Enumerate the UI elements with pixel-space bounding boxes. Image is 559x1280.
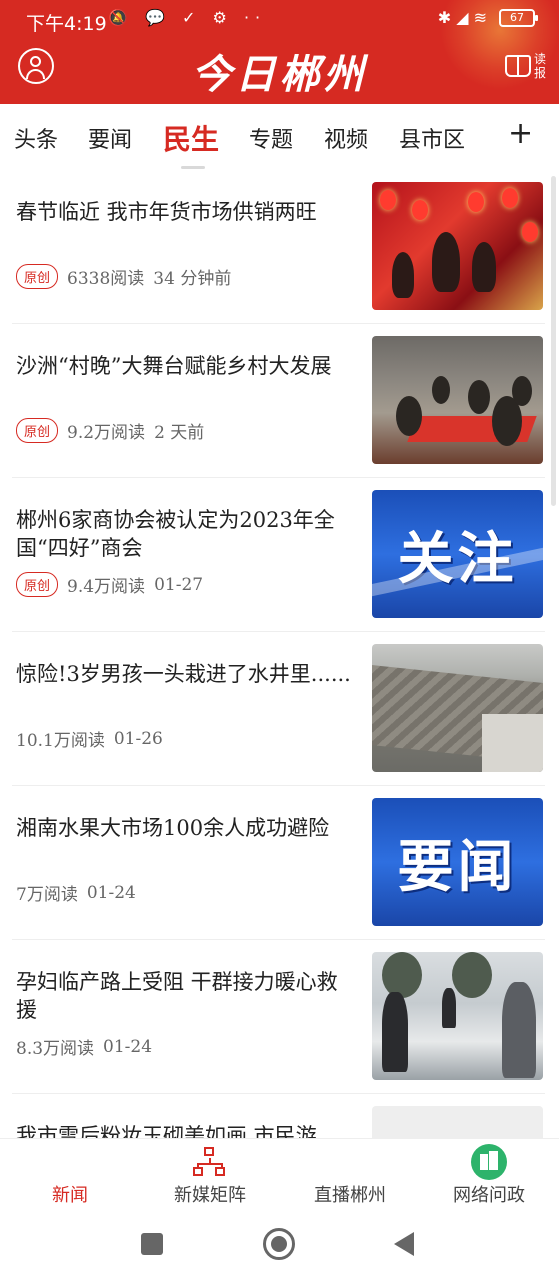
tab-headlines[interactable]: 头条 (14, 122, 58, 154)
read-newspaper-button[interactable]: 读报 (505, 52, 547, 80)
news-thumbnail (372, 336, 543, 464)
notification-icons: 🔕 💬 ✓ ⚙ ·· (108, 8, 267, 27)
read-count: 10.1万阅读 (16, 731, 105, 751)
publish-time: 01-24 (86, 882, 136, 903)
publish-time: 2 天前 (154, 423, 205, 443)
nav-news[interactable]: 新闻 (0, 1139, 140, 1219)
signal-wifi-icon: ✱ ◢ ≋ (437, 8, 487, 27)
news-meta: 原创 9.2万阅读 2 天前 (16, 418, 204, 443)
tab-video[interactable]: 视频 (324, 122, 368, 154)
original-badge: 原创 (16, 418, 59, 443)
thumbnail-text: 要闻 (397, 834, 518, 900)
nav-media-matrix-label: 新媒矩阵 (174, 1185, 246, 1206)
news-thumbnail (372, 644, 543, 772)
feed-scrollbar[interactable] (551, 176, 556, 506)
news-title: 湘南水果大市场100余人成功避险 (16, 816, 330, 840)
publish-time: 01-24 (103, 1036, 153, 1057)
battery-icon: 67 (499, 8, 538, 27)
news-item[interactable]: 郴州6家商协会被认定为2023年全国“四好”商会 原创 9.4万阅读 01-27… (0, 478, 559, 632)
news-item[interactable]: 沙洲“村晚”大舞台赋能乡村大发展 原创 9.2万阅读 2 天前 (0, 324, 559, 478)
building-icon (471, 1144, 507, 1180)
nav-media-matrix[interactable]: 新媒矩阵 (140, 1139, 280, 1219)
tab-topics[interactable]: 专题 (249, 122, 293, 154)
publish-time: 34 分钟前 (153, 269, 232, 289)
nav-news-label: 新闻 (52, 1185, 88, 1206)
status-right-icons: ✱ ◢ ≋ 67 (437, 8, 538, 27)
status-bar: 下午4:19 🔕 💬 ✓ ⚙ ·· ✱ ◢ ≋ 67 (0, 0, 559, 40)
news-title: 春节临近 我市年货市场供销两旺 (16, 200, 317, 224)
news-thumbnail: 关注 (372, 490, 543, 618)
original-badge: 原创 (16, 572, 59, 597)
read-count: 9.2万阅读 (67, 423, 146, 443)
add-channel-button[interactable]: + (508, 116, 533, 151)
news-title: 惊险!3岁男孩一头栽进了水井里...... (16, 662, 351, 686)
news-meta: 8.3万阅读 01-24 (16, 1034, 153, 1060)
news-item[interactable]: 湘南水果大市场100余人成功避险 7万阅读 01-24 要闻 (0, 786, 559, 940)
news-item[interactable]: 惊险!3岁男孩一头栽进了水井里...... 10.1万阅读 01-26 (0, 632, 559, 786)
publish-time: 01-27 (154, 574, 204, 595)
news-title: 郴州6家商协会被认定为2023年全国“四好”商会 (16, 508, 335, 560)
read-count: 6338阅读 (67, 269, 145, 289)
system-navigation-bar (0, 1218, 559, 1280)
news-meta: 7万阅读 01-24 (16, 880, 136, 906)
nav-online-politics-label: 网络问政 (453, 1185, 525, 1206)
news-thumbnail (372, 1106, 543, 1138)
news-thumbnail (372, 182, 543, 310)
news-item[interactable]: 我市雪后粉妆玉砌美如画 市民游 (0, 1094, 559, 1138)
book-icon (505, 55, 531, 77)
back-icon[interactable] (394, 1232, 414, 1256)
tab-important-news[interactable]: 要闻 (88, 122, 132, 154)
news-meta: 10.1万阅读 01-26 (16, 726, 163, 752)
channel-tabs: 头条 要闻 民生 专题 视频 县市区 + (0, 104, 559, 170)
nav-live[interactable]: 直播郴州 (280, 1139, 420, 1219)
news-title: 孕妇临产路上受阻 干群接力暖心救援 (16, 970, 338, 1022)
news-item[interactable]: 孕妇临产路上受阻 干群接力暖心救援 8.3万阅读 01-24 (0, 940, 559, 1094)
read-count: 8.3万阅读 (16, 1039, 95, 1059)
app-logo: 今日郴州 (191, 51, 368, 98)
read-newspaper-label: 读报 (534, 52, 547, 80)
news-meta: 原创 9.4万阅读 01-27 (16, 572, 203, 597)
publish-time: 01-26 (113, 728, 163, 749)
news-item[interactable]: 春节临近 我市年货市场供销两旺 原创 6338阅读 34 分钟前 (0, 170, 559, 324)
news-feed: 春节临近 我市年货市场供销两旺 原创 6338阅读 34 分钟前 沙洲“村晚”大… (0, 170, 559, 1138)
nav-online-politics[interactable]: 网络问政 (419, 1139, 559, 1219)
recent-apps-icon[interactable] (141, 1233, 163, 1255)
news-thumbnail (372, 952, 543, 1080)
news-title: 沙洲“村晚”大舞台赋能乡村大发展 (16, 354, 332, 378)
news-thumbnail: 要闻 (372, 798, 543, 926)
tab-counties[interactable]: 县市区 (399, 122, 465, 154)
tab-indicator (181, 166, 205, 169)
home-icon[interactable] (263, 1228, 295, 1260)
tab-livelihood[interactable]: 民生 (163, 118, 219, 158)
news-meta: 原创 6338阅读 34 分钟前 (16, 264, 231, 289)
battery-level: 67 (510, 11, 524, 24)
original-badge: 原创 (16, 264, 59, 289)
nav-live-label: 直播郴州 (314, 1185, 386, 1206)
org-chart-icon (193, 1147, 227, 1177)
read-count: 9.4万阅读 (67, 577, 146, 597)
status-time: 下午4:19 (26, 13, 107, 35)
bottom-navigation: 新闻 新媒矩阵 直播郴州 网络问政 (0, 1138, 559, 1218)
app-header: 下午4:19 🔕 💬 ✓ ⚙ ·· ✱ ◢ ≋ 67 今日郴州 读报 (0, 0, 559, 104)
read-count: 7万阅读 (16, 885, 78, 905)
news-title: 我市雪后粉妆玉砌美如画 市民游 (16, 1124, 317, 1138)
